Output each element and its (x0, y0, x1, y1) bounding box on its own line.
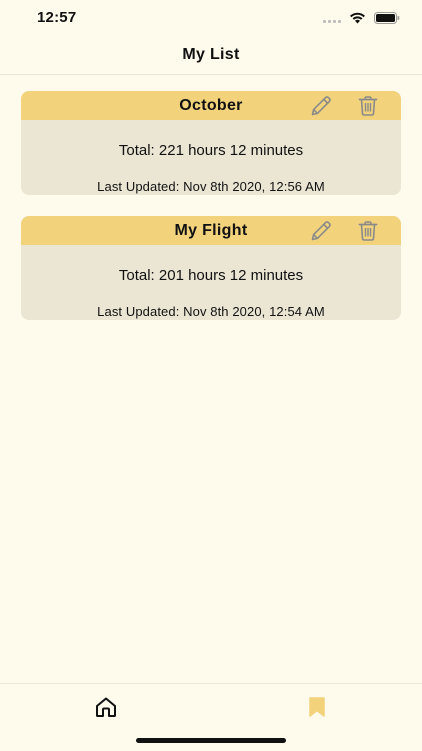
status-bar: 12:57 (0, 0, 422, 40)
pencil-icon (311, 221, 331, 241)
card-total: Total: 221 hours 12 minutes (118, 142, 304, 159)
status-icons (323, 12, 400, 24)
delete-button[interactable] (356, 219, 380, 243)
edit-button[interactable] (309, 94, 333, 118)
wifi-icon (350, 12, 365, 24)
tab-saved[interactable] (305, 695, 329, 719)
edit-button[interactable] (309, 219, 333, 243)
home-indicator (136, 738, 286, 743)
tab-home[interactable] (94, 695, 118, 719)
page-title: My List (182, 46, 240, 63)
tab-bar (0, 683, 422, 751)
delete-button[interactable] (356, 94, 380, 118)
card-last-updated: Last Updated: Nov 8th 2020, 12:56 AM (97, 179, 325, 194)
card-last-updated: Last Updated: Nov 8th 2020, 12:54 AM (97, 304, 325, 319)
cellular-signal-icon (323, 13, 341, 23)
card-total: Total: 201 hours 12 minutes (118, 267, 304, 284)
card-header: October (21, 91, 401, 120)
pencil-icon (311, 96, 331, 116)
status-time: 12:57 (37, 9, 77, 26)
navigation-bar: My List (0, 40, 422, 75)
bookmark-icon (309, 697, 325, 717)
trash-icon (358, 221, 378, 241)
card-header: My Flight (21, 216, 401, 245)
list-card-october[interactable]: October Total: 221 hours 12 minutes Last… (21, 91, 401, 195)
battery-icon (374, 12, 400, 24)
home-icon (96, 697, 116, 717)
trash-icon (358, 96, 378, 116)
card-title: October (179, 97, 243, 114)
list-card-my-flight[interactable]: My Flight Total: 201 hours 12 minutes La… (21, 216, 401, 320)
card-title: My Flight (174, 222, 248, 239)
